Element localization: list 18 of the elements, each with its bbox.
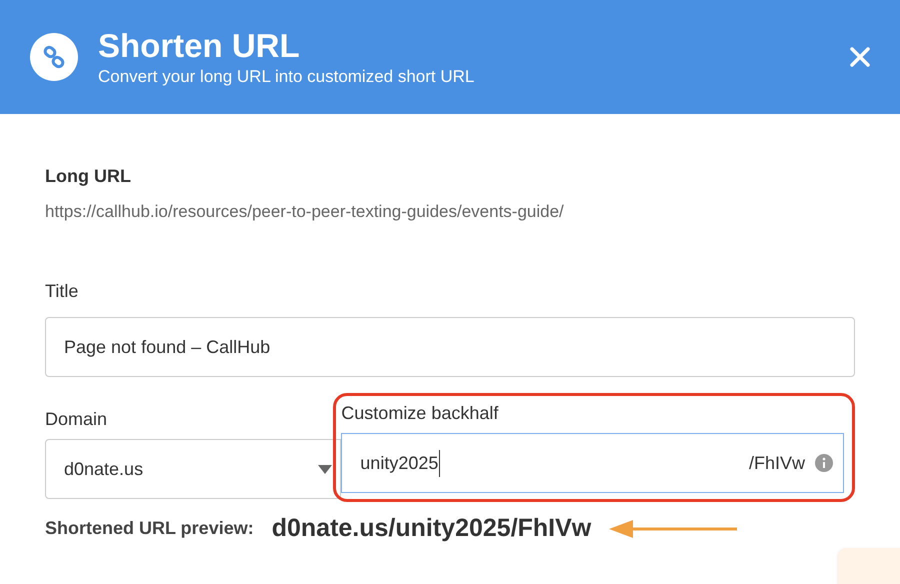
caret-icon <box>318 464 332 474</box>
title-input[interactable]: Page not found – CallHub <box>45 317 855 377</box>
link-icon <box>30 33 78 81</box>
suffix-text: /FhIVw <box>748 452 805 474</box>
domain-select[interactable]: d0nate.us <box>45 439 342 499</box>
field-label: Title <box>45 280 80 303</box>
backhalf-input[interactable]: unity2025 /FhIVw <box>341 433 844 493</box>
long-url-text: https://callhub.io/resources/peer-to-peer-texting-guides/events-guide/ <box>45 201 565 223</box>
arrow-icon <box>609 518 740 539</box>
field-label: Long URL <box>45 165 132 188</box>
close-icon <box>848 45 872 69</box>
field-label: Customize backhalf <box>341 402 500 425</box>
field-label: Domain <box>45 408 108 431</box>
preview-label: Shortened URL preview: <box>45 517 254 540</box>
preview-url: d0nate.us/unity2025/FhIVw <box>272 513 592 544</box>
dialog-title: Shorten URL <box>98 26 301 66</box>
info-icon <box>815 454 833 472</box>
dialog-subtitle: Convert your long URL into customized short URL <box>98 66 474 88</box>
